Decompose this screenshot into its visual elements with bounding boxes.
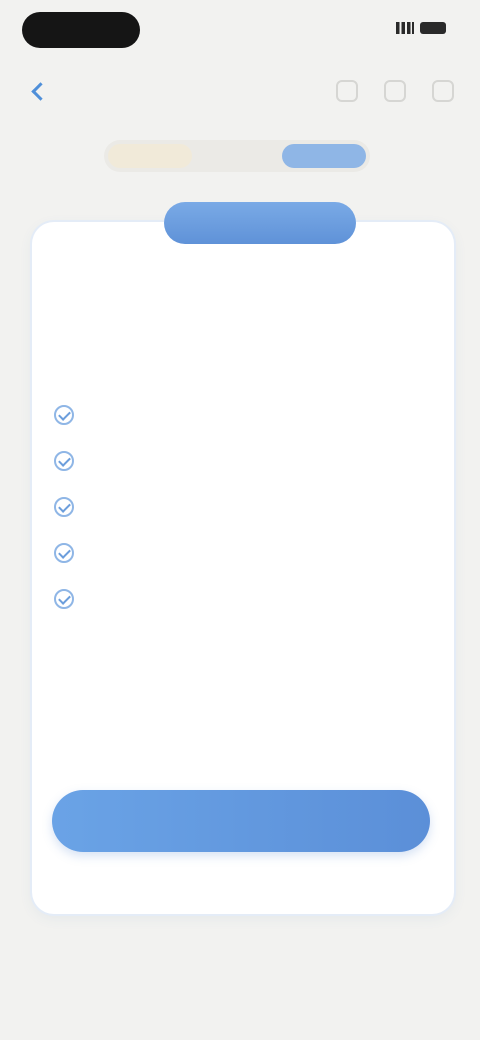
header-actions [336, 80, 454, 102]
feature-item [54, 530, 434, 576]
subscribe-button[interactable] [52, 790, 430, 852]
tab-2[interactable] [199, 144, 275, 168]
feature-item [54, 576, 434, 622]
header-action-icon[interactable] [336, 80, 358, 102]
dynamic-island [22, 12, 140, 48]
status-icons [396, 22, 446, 34]
tab-1[interactable] [108, 144, 192, 168]
header-action-icon[interactable] [432, 80, 454, 102]
header-action-icon[interactable] [384, 80, 406, 102]
check-circle-icon [54, 497, 74, 517]
status-bar [0, 0, 480, 64]
check-circle-icon [54, 589, 74, 609]
back-button[interactable] [30, 78, 80, 104]
header [0, 72, 480, 112]
tab-3[interactable] [282, 144, 366, 168]
feature-item [54, 484, 434, 530]
battery-icon [420, 22, 446, 34]
signal-icon [396, 22, 414, 34]
feature-list [54, 392, 434, 622]
feature-item [54, 438, 434, 484]
plan-card [32, 202, 454, 914]
feature-item [54, 392, 434, 438]
check-circle-icon [54, 451, 74, 471]
chevron-left-icon [31, 81, 50, 101]
plan-tabs [104, 140, 370, 172]
check-circle-icon [54, 543, 74, 563]
plan-badge [164, 202, 356, 244]
check-circle-icon [54, 405, 74, 425]
